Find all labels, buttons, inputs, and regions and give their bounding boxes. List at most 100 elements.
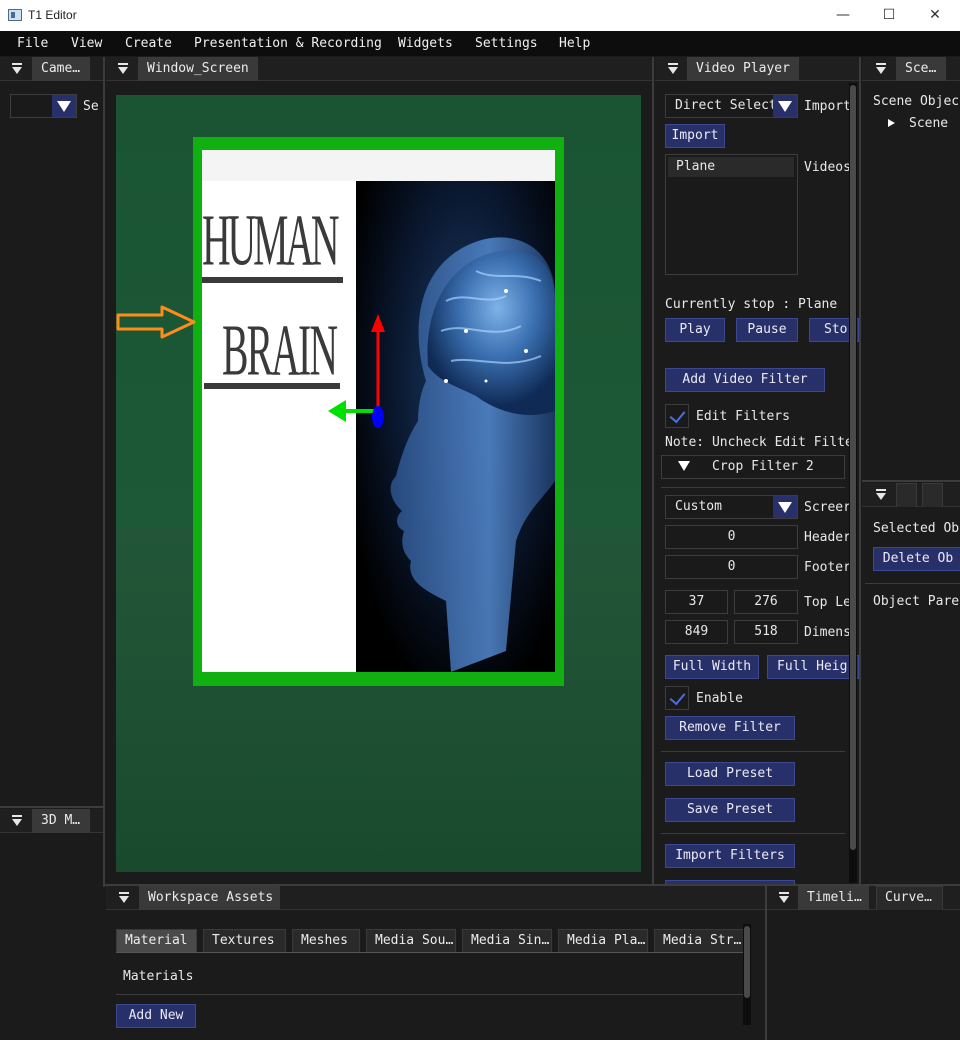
filter-divider	[661, 487, 845, 488]
delete-object-button[interactable]: Delete Ob	[873, 547, 960, 571]
assets-tab-media-sources[interactable]: Media Sou…	[366, 929, 456, 952]
video-player-scrollbar[interactable]	[849, 83, 857, 883]
tab-inspector-1[interactable]	[896, 483, 917, 507]
title-bar: T1 Editor — ☐ ✕	[0, 0, 960, 31]
load-preset-button[interactable]: Load Preset	[665, 762, 795, 786]
assets-scrollbar[interactable]	[743, 924, 751, 1025]
footer-label: Footer	[804, 560, 850, 575]
remove-filter-button[interactable]: Remove Filter	[665, 716, 795, 740]
screen-mode-combo[interactable]: Custom	[665, 495, 798, 519]
scrollbar-thumb[interactable]	[744, 926, 750, 998]
expand-arrow-icon[interactable]	[888, 119, 895, 127]
assets-tab-meshes[interactable]: Meshes	[292, 929, 360, 952]
tab-curve-editor[interactable]: Curve…	[876, 886, 943, 910]
full-height-button[interactable]: Full Heig	[767, 655, 859, 679]
assets-tab-media-players[interactable]: Media Pla…	[558, 929, 648, 952]
panel-menu-icon[interactable]	[11, 815, 23, 827]
dimension-height-input[interactable]: 518	[734, 620, 798, 644]
inspector-panel: Selected Ob Delete Ob Object Pare	[862, 483, 960, 886]
panel-menu-icon[interactable]	[875, 489, 887, 501]
enable-checkbox[interactable]	[665, 686, 689, 710]
import-filters-button[interactable]: Import Filters	[665, 844, 795, 868]
header-label: Header	[804, 530, 850, 545]
dropdown-arrow-icon[interactable]	[52, 95, 76, 117]
panel-menu-icon[interactable]	[11, 63, 23, 75]
panel-menu-icon[interactable]	[118, 892, 130, 904]
scene-tree-item[interactable]: Scene	[909, 116, 948, 131]
menu-presentation-recording[interactable]: Presentation & Recording	[194, 36, 382, 51]
close-button[interactable]: ✕	[912, 0, 958, 31]
assets-tab-material[interactable]: Material	[116, 929, 197, 952]
tab-3d-model[interactable]: 3D M…	[32, 809, 90, 833]
menu-settings[interactable]: Settings	[475, 36, 538, 51]
top-left-x-input[interactable]: 37	[665, 590, 728, 614]
maximize-button[interactable]: ☐	[866, 0, 912, 31]
app-icon	[8, 9, 22, 21]
panel-menu-icon[interactable]	[667, 63, 679, 75]
scene-inspector-divider[interactable]	[862, 480, 960, 482]
import-button[interactable]: Import	[665, 124, 725, 148]
playback-status: Currently stop : Plane	[665, 297, 838, 312]
full-width-button[interactable]: Full Width	[665, 655, 759, 679]
import-divider	[661, 833, 845, 834]
screen-mode-value: Custom	[675, 499, 722, 514]
edit-filters-checkbox[interactable]	[665, 404, 689, 428]
right-divider[interactable]	[859, 57, 861, 887]
menu-file[interactable]: File	[17, 36, 48, 51]
timeline-panel: Timeli… Curve…	[767, 886, 960, 1040]
transform-gizmo[interactable]	[326, 310, 388, 432]
edit-filters-note: Note: Uncheck Edit Filte	[665, 435, 853, 450]
add-new-material-button[interactable]: Add New	[116, 1004, 196, 1028]
top-left-label: Top Le	[804, 595, 850, 610]
camera-select-combo[interactable]	[10, 94, 77, 118]
tab-timeline[interactable]: Timeli…	[798, 886, 869, 910]
dropdown-arrow-icon[interactable]	[773, 496, 797, 518]
menu-widgets[interactable]: Widgets	[398, 36, 453, 51]
add-video-filter-button[interactable]: Add Video Filter	[665, 368, 825, 392]
gizmo-y-arrow-icon[interactable]	[371, 314, 385, 332]
tab-video-player[interactable]: Video Player	[687, 57, 799, 81]
tab-inspector-2[interactable]	[922, 483, 943, 507]
dimension-width-input[interactable]: 849	[665, 620, 728, 644]
object-parent-label: Object Pare	[873, 594, 960, 609]
minimize-button[interactable]: —	[820, 0, 866, 31]
tab-window-screen[interactable]: Window_Screen	[138, 57, 258, 81]
left-divider[interactable]	[103, 57, 105, 887]
list-item[interactable]: Plane	[668, 157, 794, 177]
play-button[interactable]: Play	[665, 318, 725, 342]
inspector-divider	[865, 583, 960, 584]
menu-help[interactable]: Help	[559, 36, 590, 51]
crop-filter-title: Crop Filter 2	[712, 459, 814, 474]
left-hdivider[interactable]	[0, 806, 103, 808]
tab-camera[interactable]: Came…	[32, 57, 90, 81]
dropdown-arrow-icon[interactable]	[773, 95, 797, 117]
scrollbar-thumb[interactable]	[850, 85, 856, 850]
workspace-assets-panel: Workspace Assets Material Textures Meshe…	[106, 886, 765, 1040]
model-panel: 3D M…	[0, 809, 103, 886]
panel-menu-icon[interactable]	[778, 892, 790, 904]
assets-tab-media-streams[interactable]: Media Str…	[654, 929, 744, 952]
pause-button[interactable]: Pause	[736, 318, 798, 342]
tab-workspace-assets[interactable]: Workspace Assets	[139, 886, 280, 910]
save-preset-button[interactable]: Save Preset	[665, 798, 795, 822]
panel-menu-icon[interactable]	[117, 63, 129, 75]
center-divider[interactable]	[652, 57, 654, 887]
header-input[interactable]: 0	[665, 525, 798, 549]
menu-create[interactable]: Create	[125, 36, 172, 51]
menu-view[interactable]: View	[71, 36, 102, 51]
assets-tab-textures[interactable]: Textures	[203, 929, 286, 952]
camera-select-label: Se	[83, 99, 99, 114]
video-player-panel: Video Player Direct Select Import Import…	[655, 57, 859, 886]
top-left-y-input[interactable]: 276	[734, 590, 798, 614]
gizmo-z-handle[interactable]	[372, 406, 384, 428]
assets-tabbar: Workspace Assets	[106, 886, 765, 910]
tab-scene[interactable]: Sce…	[896, 57, 946, 81]
collapse-arrow-icon[interactable]	[678, 461, 690, 471]
panel-menu-icon[interactable]	[875, 63, 887, 75]
video-source-combo[interactable]: Direct Select	[665, 94, 798, 118]
footer-input[interactable]: 0	[665, 555, 798, 579]
crop-filter-header[interactable]: Crop Filter 2	[661, 455, 845, 479]
gizmo-x-arrow-icon[interactable]	[328, 400, 346, 422]
video-list[interactable]: Plane	[665, 154, 798, 275]
assets-tab-media-sinks[interactable]: Media Sin…	[462, 929, 552, 952]
